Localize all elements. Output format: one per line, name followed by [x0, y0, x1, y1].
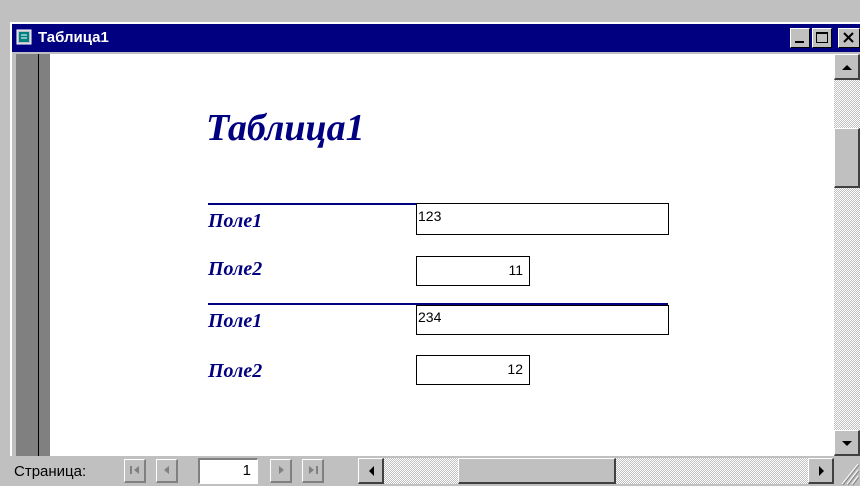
top-gap: [0, 0, 860, 22]
arrow-right-icon: [819, 466, 824, 476]
field2-label: Поле2: [208, 360, 263, 382]
scroll-up-button[interactable]: [834, 54, 860, 80]
next-page-button[interactable]: [270, 459, 292, 483]
horizontal-scroll-thumb[interactable]: [458, 458, 616, 484]
arrow-up-icon: [842, 65, 852, 70]
window-left-border: [16, 54, 38, 456]
arrow-left-icon: [369, 466, 374, 476]
scroll-down-button[interactable]: [834, 430, 860, 456]
report-window-icon[interactable]: [16, 29, 32, 45]
field1-value[interactable]: 234: [416, 305, 669, 335]
close-button[interactable]: [838, 28, 860, 48]
scroll-left-button[interactable]: [358, 458, 384, 484]
field1-value[interactable]: 123: [416, 203, 669, 235]
field1-value-text: 123: [418, 208, 442, 224]
field2-value[interactable]: 11: [416, 256, 530, 286]
first-page-button[interactable]: [124, 459, 146, 483]
field2-value-text: 12: [507, 361, 523, 377]
field2-value[interactable]: 12: [416, 355, 530, 385]
field2-value-text: 11: [508, 262, 523, 278]
first-record-icon: [130, 466, 139, 474]
field1-value-text: 234: [418, 309, 442, 325]
close-icon: [843, 32, 854, 43]
resize-grip-icon[interactable]: [834, 458, 860, 486]
minimize-button[interactable]: [790, 28, 810, 48]
field1-label: Поле1: [208, 310, 263, 332]
page-number-input[interactable]: 1: [198, 458, 258, 484]
field1-label: Поле1: [208, 210, 263, 232]
vertical-scrollbar[interactable]: [834, 54, 860, 456]
previous-record-icon: [164, 466, 169, 474]
scroll-right-button[interactable]: [808, 458, 834, 484]
page-label: Страница:: [14, 463, 87, 480]
minimize-icon: [795, 41, 804, 43]
report-title: Таблица1: [206, 107, 365, 149]
field2-label: Поле2: [208, 258, 263, 280]
report-page: [50, 54, 834, 456]
maximize-icon: [816, 32, 828, 43]
last-record-icon: [309, 466, 318, 474]
last-page-button[interactable]: [302, 459, 324, 483]
previous-page-button[interactable]: [156, 459, 178, 483]
title-bar[interactable]: [12, 24, 860, 52]
window-title: Таблица1: [38, 29, 109, 46]
arrow-down-icon: [842, 441, 852, 446]
page-shadow: [38, 54, 50, 456]
next-record-icon: [279, 466, 284, 474]
maximize-button[interactable]: [812, 28, 832, 48]
vertical-scroll-thumb[interactable]: [834, 128, 860, 188]
